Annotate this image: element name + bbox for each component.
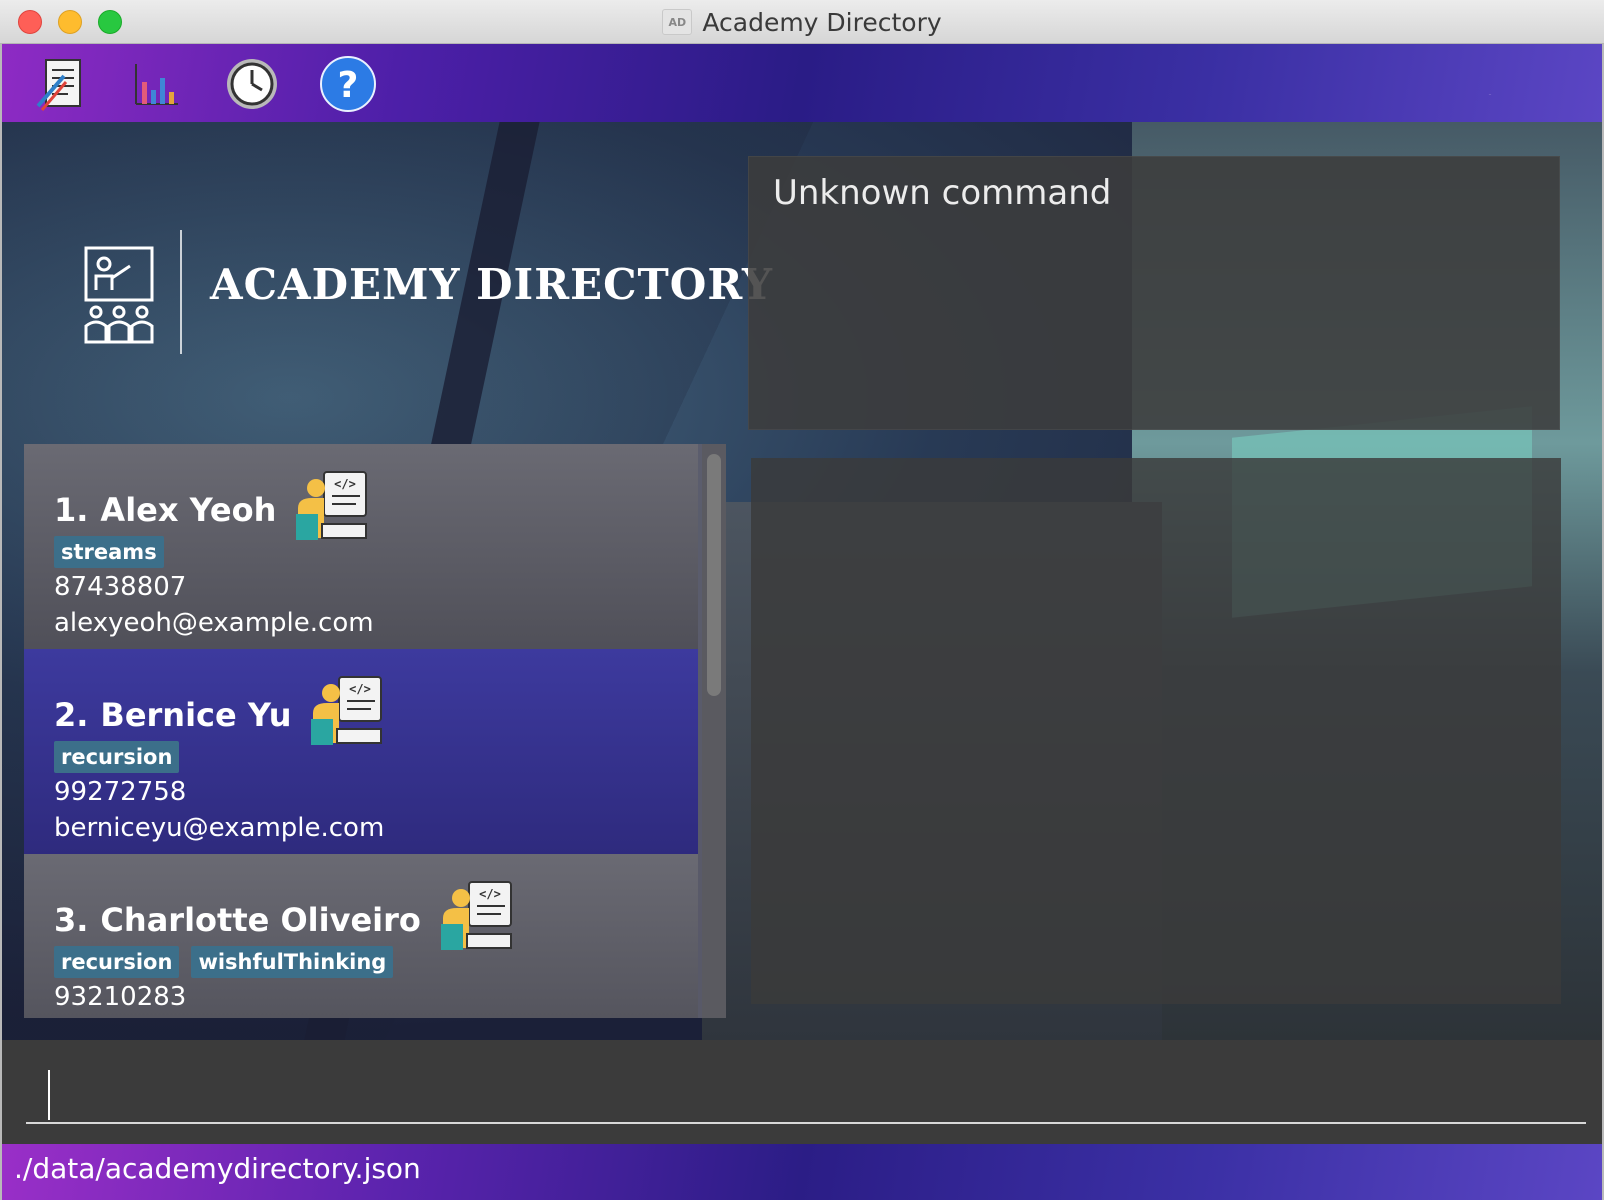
svg-text:</>: </> — [350, 682, 372, 696]
app-icon: AD — [662, 9, 693, 35]
tag-list: recursion wishfulThinking — [54, 946, 394, 978]
chart-button[interactable] — [126, 54, 186, 114]
text-caret — [48, 1070, 50, 1120]
help-icon: ? — [320, 56, 376, 112]
window-title: Academy Directory — [702, 7, 942, 37]
title-bar: AD Academy Directory — [0, 0, 1604, 44]
student-name: Alex Yeoh — [100, 491, 277, 529]
help-button[interactable]: ? — [318, 54, 378, 114]
detail-panel — [751, 458, 1561, 1004]
student-card-selected[interactable]: 2. Bernice Yu </> recursion 99272758 ber… — [24, 649, 698, 859]
data-file-path: ./data/academydirectory.json — [14, 1152, 421, 1185]
tag-badge: wishfulThinking — [191, 946, 394, 978]
svg-text:</>: </> — [479, 887, 501, 901]
svg-text:?: ? — [338, 65, 359, 106]
student-card[interactable]: 3. Charlotte Oliveiro </> recursion wish… — [24, 854, 698, 1018]
result-display: Unknown command — [748, 156, 1560, 430]
tag-list: streams — [54, 536, 164, 568]
student-card[interactable]: 1. Alex Yeoh </> streams 87438807 alexye… — [24, 444, 698, 654]
student-list[interactable]: 1. Alex Yeoh </> streams 87438807 alexye… — [24, 444, 726, 1018]
chart-icon — [135, 64, 178, 105]
student-index: 1. — [54, 491, 89, 529]
student-email: berniceyu@example.com — [54, 813, 385, 843]
student-index: 2. — [54, 696, 89, 734]
tag-badge: recursion — [54, 946, 180, 978]
classroom-logo-icon — [84, 246, 154, 344]
scrollbar-thumb[interactable] — [707, 454, 721, 696]
app-brand-title: ACADEMY DIRECTORY — [210, 260, 773, 309]
main-area: ACADEMY DIRECTORY Unknown command 1. Ale… — [2, 122, 1602, 1040]
report-icon — [36, 59, 81, 111]
status-bar: ./data/academydirectory.json — [2, 1144, 1602, 1200]
history-button[interactable] — [222, 54, 282, 114]
student-name: Bernice Yu — [100, 696, 292, 734]
window-title-group: AD Academy Directory — [0, 0, 1604, 44]
command-input[interactable] — [26, 1062, 1586, 1124]
programmer-icon: </> — [311, 676, 383, 745]
student-email: alexyeoh@example.com — [54, 608, 374, 638]
tag-badge: streams — [54, 536, 164, 568]
brand-divider — [180, 230, 182, 354]
report-button[interactable] — [32, 54, 92, 114]
programmer-icon: </> — [296, 471, 368, 540]
command-area — [2, 1040, 1602, 1144]
toolbar: ? — [2, 44, 1602, 122]
tag-list: recursion — [54, 741, 180, 773]
tag-badge: recursion — [54, 741, 180, 773]
programmer-icon: </> — [440, 881, 512, 950]
result-message: Unknown command — [773, 173, 1112, 213]
clock-icon — [227, 59, 277, 109]
svg-text:</>: </> — [335, 477, 357, 491]
student-index: 3. — [54, 901, 89, 939]
student-phone: 87438807 — [54, 572, 187, 602]
student-name: Charlotte Oliveiro — [100, 901, 421, 939]
list-scrollbar[interactable] — [702, 444, 726, 1018]
student-phone: 93210283 — [54, 982, 187, 1012]
student-phone: 99272758 — [54, 777, 187, 807]
